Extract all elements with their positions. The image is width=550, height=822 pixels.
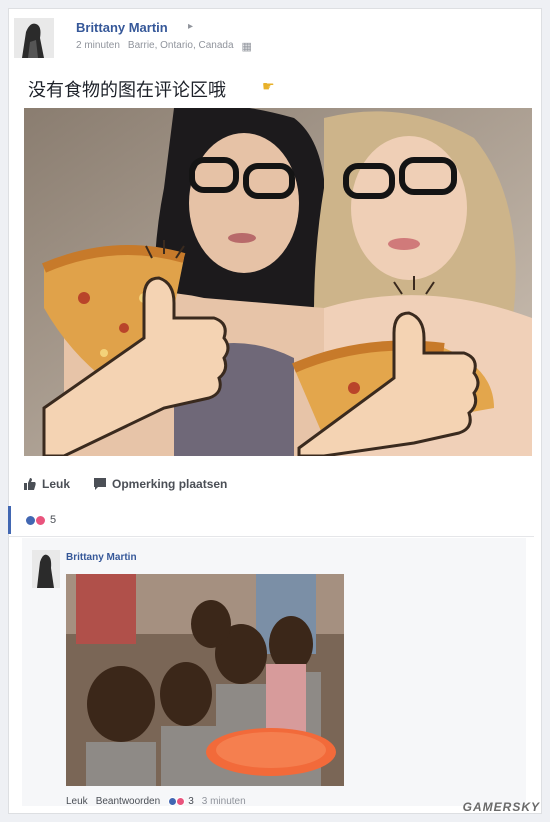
comment-time[interactable]: 3 minuten bbox=[202, 796, 246, 807]
pointing-hand-icon: ☛ bbox=[262, 78, 275, 94]
watermark: GAMERSKY bbox=[462, 800, 540, 814]
comment: Brittany Martin Leuk Beantwoorden 3 3 mi… bbox=[22, 538, 526, 807]
post-text: 没有食物的图在评论区哦 bbox=[28, 80, 226, 101]
thumbs-up-icon bbox=[24, 478, 36, 490]
comment-like-button[interactable]: Leuk bbox=[66, 796, 88, 807]
caret-right-icon: ▸ bbox=[188, 21, 194, 32]
divider bbox=[8, 536, 534, 537]
post-time[interactable]: 2 minuten bbox=[76, 40, 120, 53]
comment-reaction-count: 3 bbox=[188, 796, 194, 807]
post-photo[interactable] bbox=[24, 108, 532, 456]
comment-photo[interactable] bbox=[66, 574, 344, 786]
comment-actions: Leuk Beantwoorden 3 3 minuten bbox=[66, 796, 246, 807]
post-location[interactable]: Barrie, Ontario, Canada bbox=[128, 40, 234, 53]
reaction-count: 5 bbox=[50, 514, 57, 526]
author-avatar[interactable] bbox=[14, 18, 54, 58]
comment-reply-button[interactable]: Beantwoorden bbox=[96, 796, 161, 807]
post-actions: Leuk Opmerking plaatsen bbox=[24, 474, 227, 494]
like-label: Leuk bbox=[42, 477, 71, 491]
privacy-icon: ▦ bbox=[241, 41, 252, 53]
author-name[interactable]: Brittany Martin bbox=[76, 20, 168, 35]
reactions-summary[interactable]: 5 bbox=[8, 506, 534, 534]
comment-button[interactable]: Opmerking plaatsen bbox=[94, 474, 227, 494]
love-reaction-icon bbox=[35, 514, 46, 526]
comment-icon bbox=[94, 478, 107, 490]
love-reaction-icon bbox=[176, 797, 186, 806]
comment-label: Opmerking plaatsen bbox=[112, 477, 228, 491]
comment-author[interactable]: Brittany Martin bbox=[66, 552, 137, 563]
comment-avatar[interactable] bbox=[32, 550, 60, 588]
comment-reactions[interactable]: 3 bbox=[168, 796, 194, 807]
like-button[interactable]: Leuk bbox=[24, 474, 70, 494]
post-meta: 2 minuten Barrie, Ontario, Canada ▦ bbox=[76, 40, 252, 53]
